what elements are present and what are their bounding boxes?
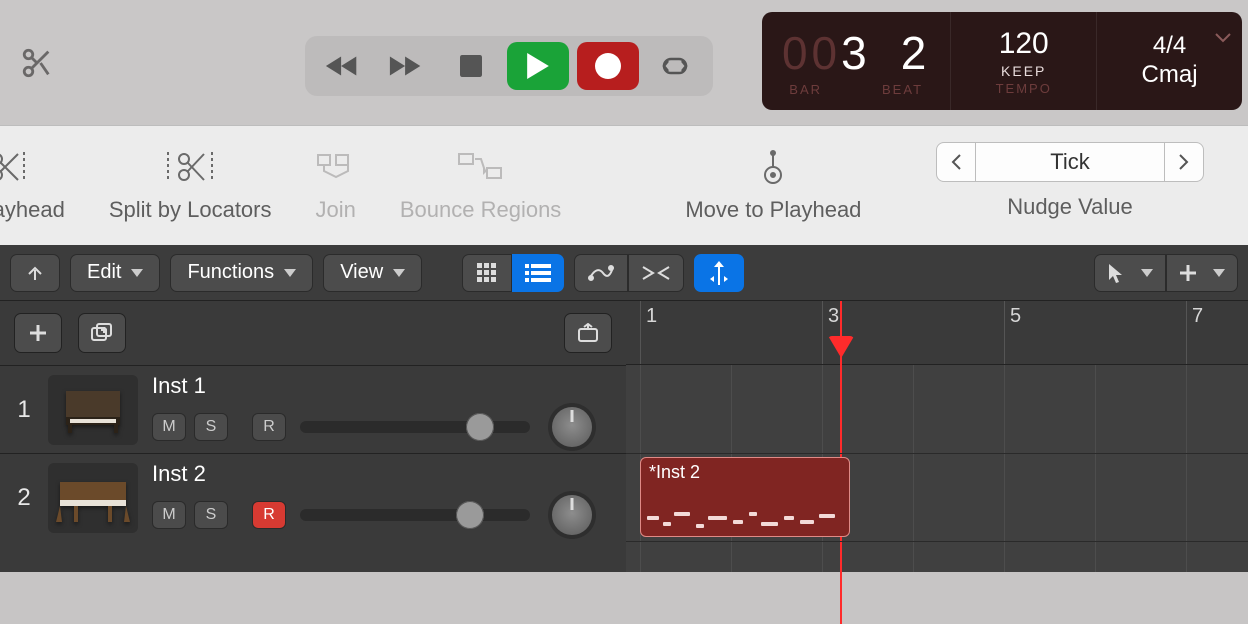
rewind-button[interactable] [315, 45, 371, 87]
track-name[interactable]: Inst 2 [152, 461, 626, 487]
lcd-tempo-label: TEMPO [996, 81, 1052, 96]
split-by-locators-label: Split by Locators [109, 197, 272, 223]
nudge-value-label: Nudge Value [1007, 194, 1133, 220]
editor-area: Edit Functions View [0, 245, 1248, 572]
lcd-beat-label: BEAT [882, 82, 923, 97]
track-row[interactable]: 1 Inst 1 MSR [0, 365, 626, 453]
add-tool-button[interactable] [1166, 254, 1238, 292]
scissors-tool-button[interactable] [10, 36, 64, 90]
ruler[interactable]: 1 3 5 7 [626, 301, 1248, 365]
track-number: 2 [0, 484, 48, 512]
chevron-down-icon [284, 269, 296, 277]
grid-icon-view-button[interactable] [462, 254, 512, 292]
join-label: Join [316, 197, 356, 223]
mute-button[interactable]: M [152, 501, 186, 529]
split-by-playhead-label: y Playhead [0, 197, 65, 223]
forward-button[interactable] [379, 45, 435, 87]
catch-playhead-button[interactable] [694, 254, 744, 292]
timeline[interactable]: 1 3 5 7 *Inst 2 [626, 301, 1248, 572]
record-enable-button[interactable]: R [252, 413, 286, 441]
record-button[interactable] [577, 42, 639, 90]
lcd-position[interactable]: 00 3 2 BAR BEAT [762, 12, 950, 110]
lcd-beat: 2 [901, 26, 931, 80]
lcd-display[interactable]: 00 3 2 BAR BEAT 120 KEEP TEMPO 4/4 Cmaj [762, 12, 1242, 110]
solo-button[interactable]: S [194, 413, 228, 441]
arrange-grid[interactable]: *Inst 2 [626, 365, 1248, 572]
pointer-tool-button[interactable] [1094, 254, 1166, 292]
automation-segment [574, 254, 684, 292]
editor-toolbar: Edit Functions View [0, 245, 1248, 301]
chevron-down-icon [131, 269, 143, 277]
region-toolbar: y Playhead Split by Locators Join Bounce… [0, 125, 1248, 245]
volume-slider[interactable] [300, 421, 530, 433]
global-tracks-button[interactable] [564, 313, 612, 353]
nudge-value-group: Tick Nudge Value [936, 142, 1204, 220]
lcd-bar: 3 [841, 26, 871, 80]
bounce-regions-button[interactable]: Bounce Regions [400, 149, 561, 223]
track-number: 1 [0, 396, 48, 424]
track-name[interactable]: Inst 1 [152, 373, 626, 399]
lcd-bar-dim: 00 [782, 26, 841, 80]
move-to-playhead-button[interactable]: Move to Playhead [685, 149, 861, 223]
grid-view-segment [462, 254, 564, 292]
lcd-bar-label: BAR [789, 82, 822, 97]
lcd-key-sig[interactable]: 4/4 Cmaj [1097, 12, 1242, 110]
functions-menu[interactable]: Functions [170, 254, 313, 292]
track-instrument-icon[interactable] [48, 463, 138, 533]
join-button[interactable]: Join [316, 149, 356, 223]
chevron-down-icon [1141, 269, 1153, 277]
region-label: *Inst 2 [649, 462, 700, 482]
bounce-regions-label: Bounce Regions [400, 197, 561, 223]
lcd-chevron-icon [1214, 32, 1232, 44]
record-enable-button[interactable]: R [252, 501, 286, 529]
tool-segment [1094, 254, 1238, 292]
split-by-locators-button[interactable]: Split by Locators [109, 149, 272, 223]
add-track-button[interactable] [14, 313, 62, 353]
list-view-button[interactable] [512, 254, 564, 292]
midi-region-inst2[interactable]: *Inst 2 [640, 457, 850, 537]
chevron-down-icon [393, 269, 405, 277]
mute-button[interactable]: M [152, 413, 186, 441]
lcd-key: Cmaj [1142, 61, 1198, 90]
lcd-tempo-value: 120 [999, 27, 1049, 61]
volume-slider[interactable] [300, 509, 530, 521]
nudge-next-button[interactable] [1164, 142, 1204, 182]
ruler-mark-1: 1 [646, 305, 657, 328]
cycle-button[interactable] [647, 45, 703, 87]
ruler-mark-3: 3 [828, 305, 839, 328]
flex-button[interactable] [628, 254, 684, 292]
track-instrument-icon[interactable] [48, 375, 138, 445]
ruler-mark-5: 5 [1010, 305, 1021, 328]
split-by-playhead-button[interactable]: y Playhead [0, 149, 65, 223]
pan-knob[interactable] [552, 495, 592, 535]
nudge-prev-button[interactable] [936, 142, 976, 182]
automation-curve-button[interactable] [574, 254, 628, 292]
region-notes-preview [647, 504, 843, 530]
hide-editor-button[interactable] [10, 254, 60, 292]
play-button[interactable] [507, 42, 569, 90]
ruler-mark-7: 7 [1192, 305, 1203, 328]
edit-menu[interactable]: Edit [70, 254, 160, 292]
track-header-column: 1Inst 1MSR2Inst 2MSR [0, 301, 626, 572]
nudge-value-display[interactable]: Tick [976, 142, 1164, 182]
lcd-tempo-keep: KEEP [1001, 63, 1046, 79]
lcd-time-sig: 4/4 [1153, 32, 1186, 61]
track-row[interactable]: 2 Inst 2 MSR [0, 453, 626, 541]
transport-controls [305, 36, 713, 96]
chevron-down-icon [1213, 269, 1225, 277]
pan-knob[interactable] [552, 407, 592, 447]
view-menu[interactable]: View [323, 254, 422, 292]
lcd-tempo[interactable]: 120 KEEP TEMPO [951, 12, 1096, 110]
stop-button[interactable] [443, 45, 499, 87]
move-to-playhead-label: Move to Playhead [685, 197, 861, 223]
top-transport-bar: 00 3 2 BAR BEAT 120 KEEP TEMPO 4/4 Cmaj [0, 0, 1248, 125]
solo-button[interactable]: S [194, 501, 228, 529]
duplicate-track-button[interactable] [78, 313, 126, 353]
